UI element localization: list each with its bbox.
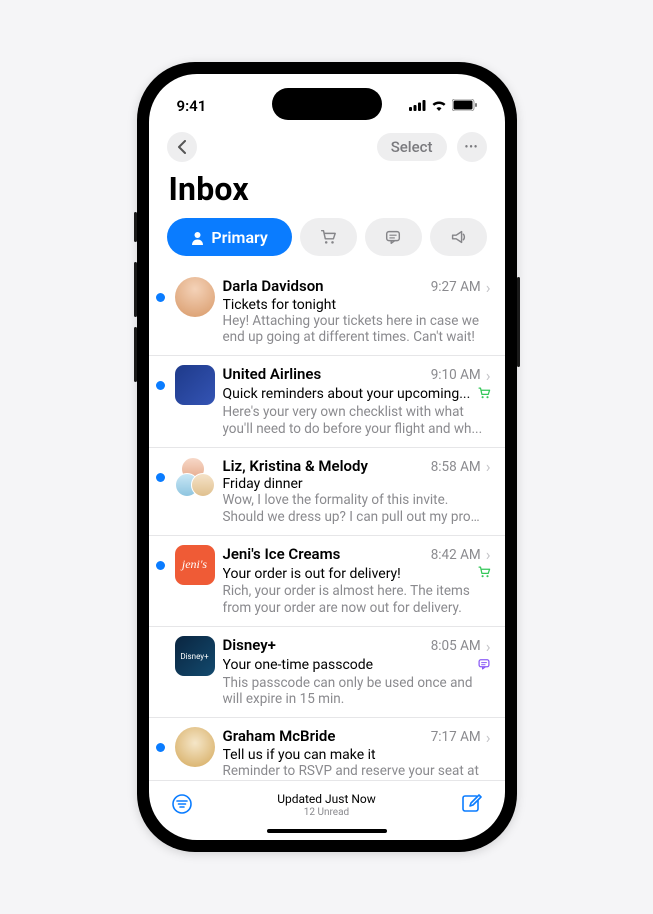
avatar: Disney+ [175, 636, 215, 676]
avatar: jeni's [175, 545, 215, 585]
nav-row: Select ••• [149, 128, 505, 170]
phone-volume-up [134, 262, 137, 317]
chevron-right-icon: › [486, 728, 491, 747]
chevron-right-icon: › [486, 545, 491, 564]
sync-status: Updated Just Now 12 Unread [277, 792, 376, 818]
avatar [175, 457, 215, 497]
message-sender: Jeni's Ice Creams [223, 545, 341, 563]
sync-status-text: Updated Just Now [277, 792, 376, 806]
unread-indicator [155, 457, 167, 526]
message-subject: Your one-time passcode [223, 657, 471, 673]
filter-icon [171, 793, 193, 815]
message-row[interactable]: United Airlines 9:10 AM › Quick reminders a… [149, 356, 505, 447]
message-time: 9:10 AM [431, 367, 481, 383]
message-subject: Quick reminders about your upcoming... [223, 386, 471, 402]
cart-tag-icon [477, 385, 491, 404]
person-icon [190, 230, 205, 245]
unread-indicator [155, 277, 167, 346]
message-time: 8:05 AM [431, 638, 481, 654]
message-time: 9:27 AM [431, 279, 481, 295]
category-primary[interactable]: Primary [167, 218, 292, 256]
message-body: Disney+ 8:05 AM › Your one-time passcode Thi… [223, 636, 491, 708]
message-row[interactable]: Darla Davidson 9:27 AM ›Tickets for tonigh… [149, 268, 505, 356]
status-time: 9:41 [177, 97, 207, 115]
message-body: United Airlines 9:10 AM › Quick reminders a… [223, 365, 491, 437]
category-primary-label: Primary [211, 228, 268, 247]
message-body: Graham McBride 7:17 AM ›Tell us if you can… [223, 727, 491, 779]
chevron-right-icon: › [486, 637, 491, 656]
message-sender: Disney+ [223, 636, 276, 654]
message-row[interactable]: jeni's Jeni's Ice Creams 8:42 AM › Your orde… [149, 536, 505, 627]
message-preview: Here's your very own checklist with what… [223, 404, 491, 438]
phone-power-button [517, 277, 520, 367]
cart-tag-icon [477, 564, 491, 583]
message-preview: Wow, I love the formality of this invite… [223, 492, 491, 526]
page-title: Inbox [149, 170, 505, 218]
message-time: 7:17 AM [431, 729, 481, 745]
avatar [175, 727, 215, 767]
unread-indicator [155, 365, 167, 437]
message-row[interactable]: Graham McBride 7:17 AM ›Tell us if you can… [149, 718, 505, 780]
chevron-right-icon: › [486, 457, 491, 476]
message-subject: Your order is out for delivery! [223, 566, 471, 582]
chat-icon [384, 228, 402, 246]
category-transactions[interactable] [300, 218, 357, 256]
battery-icon [452, 97, 477, 115]
message-sender: Darla Davidson [223, 277, 324, 295]
bottom-toolbar: Updated Just Now 12 Unread [149, 780, 505, 840]
dynamic-island [272, 88, 382, 120]
compose-icon [460, 793, 482, 815]
message-row[interactable]: Liz, Kristina & Melody 8:58 AM ›Friday din… [149, 448, 505, 536]
wifi-icon [431, 97, 447, 115]
message-body: Jeni's Ice Creams 8:42 AM › Your order is o… [223, 545, 491, 617]
unread-indicator [155, 636, 167, 708]
avatar [175, 277, 215, 317]
category-updates[interactable] [365, 218, 422, 256]
chevron-right-icon: › [486, 278, 491, 297]
select-button[interactable]: Select [377, 133, 447, 161]
message-preview: This passcode can only be used once and … [223, 675, 491, 709]
message-sender: Liz, Kristina & Melody [223, 457, 368, 475]
message-preview: Hey! Attaching your tickets here in case… [223, 313, 491, 347]
back-button[interactable] [167, 132, 197, 162]
message-subject: Friday dinner [223, 476, 491, 492]
phone-side-button [134, 212, 137, 242]
unread-indicator [155, 545, 167, 617]
message-subject: Tell us if you can make it [223, 747, 491, 763]
phone-frame: 9:41 Select ••• [137, 62, 517, 852]
message-sender: Graham McBride [223, 727, 336, 745]
message-time: 8:42 AM [431, 547, 481, 563]
message-subject: Tickets for tonight [223, 297, 491, 313]
home-indicator[interactable] [267, 829, 387, 833]
category-row: Primary [149, 218, 505, 268]
cart-icon [319, 228, 337, 246]
filter-button[interactable] [171, 793, 193, 819]
message-preview: Rich, your order is almost here. The ite… [223, 583, 491, 617]
compose-button[interactable] [460, 793, 482, 819]
unread-indicator [155, 727, 167, 779]
chat-tag-icon [477, 656, 491, 675]
category-promotions[interactable] [430, 218, 487, 256]
unread-count: 12 Unread [277, 807, 376, 819]
message-row[interactable]: Disney+ Disney+ 8:05 AM › Your one-time pass… [149, 627, 505, 718]
ellipsis-icon: ••• [465, 142, 479, 153]
message-body: Liz, Kristina & Melody 8:58 AM ›Friday din… [223, 457, 491, 526]
chevron-left-icon [177, 140, 186, 154]
message-preview: Reminder to RSVP and reserve your seat a… [223, 763, 491, 780]
message-time: 8:58 AM [431, 459, 481, 475]
message-body: Darla Davidson 9:27 AM ›Tickets for tonigh… [223, 277, 491, 346]
phone-volume-down [134, 327, 137, 382]
more-button[interactable]: ••• [457, 132, 487, 162]
cellular-icon [409, 97, 426, 115]
message-list[interactable]: Darla Davidson9:27 AM›Tickets for tonigh… [149, 268, 505, 780]
megaphone-icon [449, 228, 467, 246]
avatar [175, 365, 215, 405]
chevron-right-icon: › [486, 366, 491, 385]
message-sender: United Airlines [223, 365, 322, 383]
screen: 9:41 Select ••• [149, 74, 505, 840]
